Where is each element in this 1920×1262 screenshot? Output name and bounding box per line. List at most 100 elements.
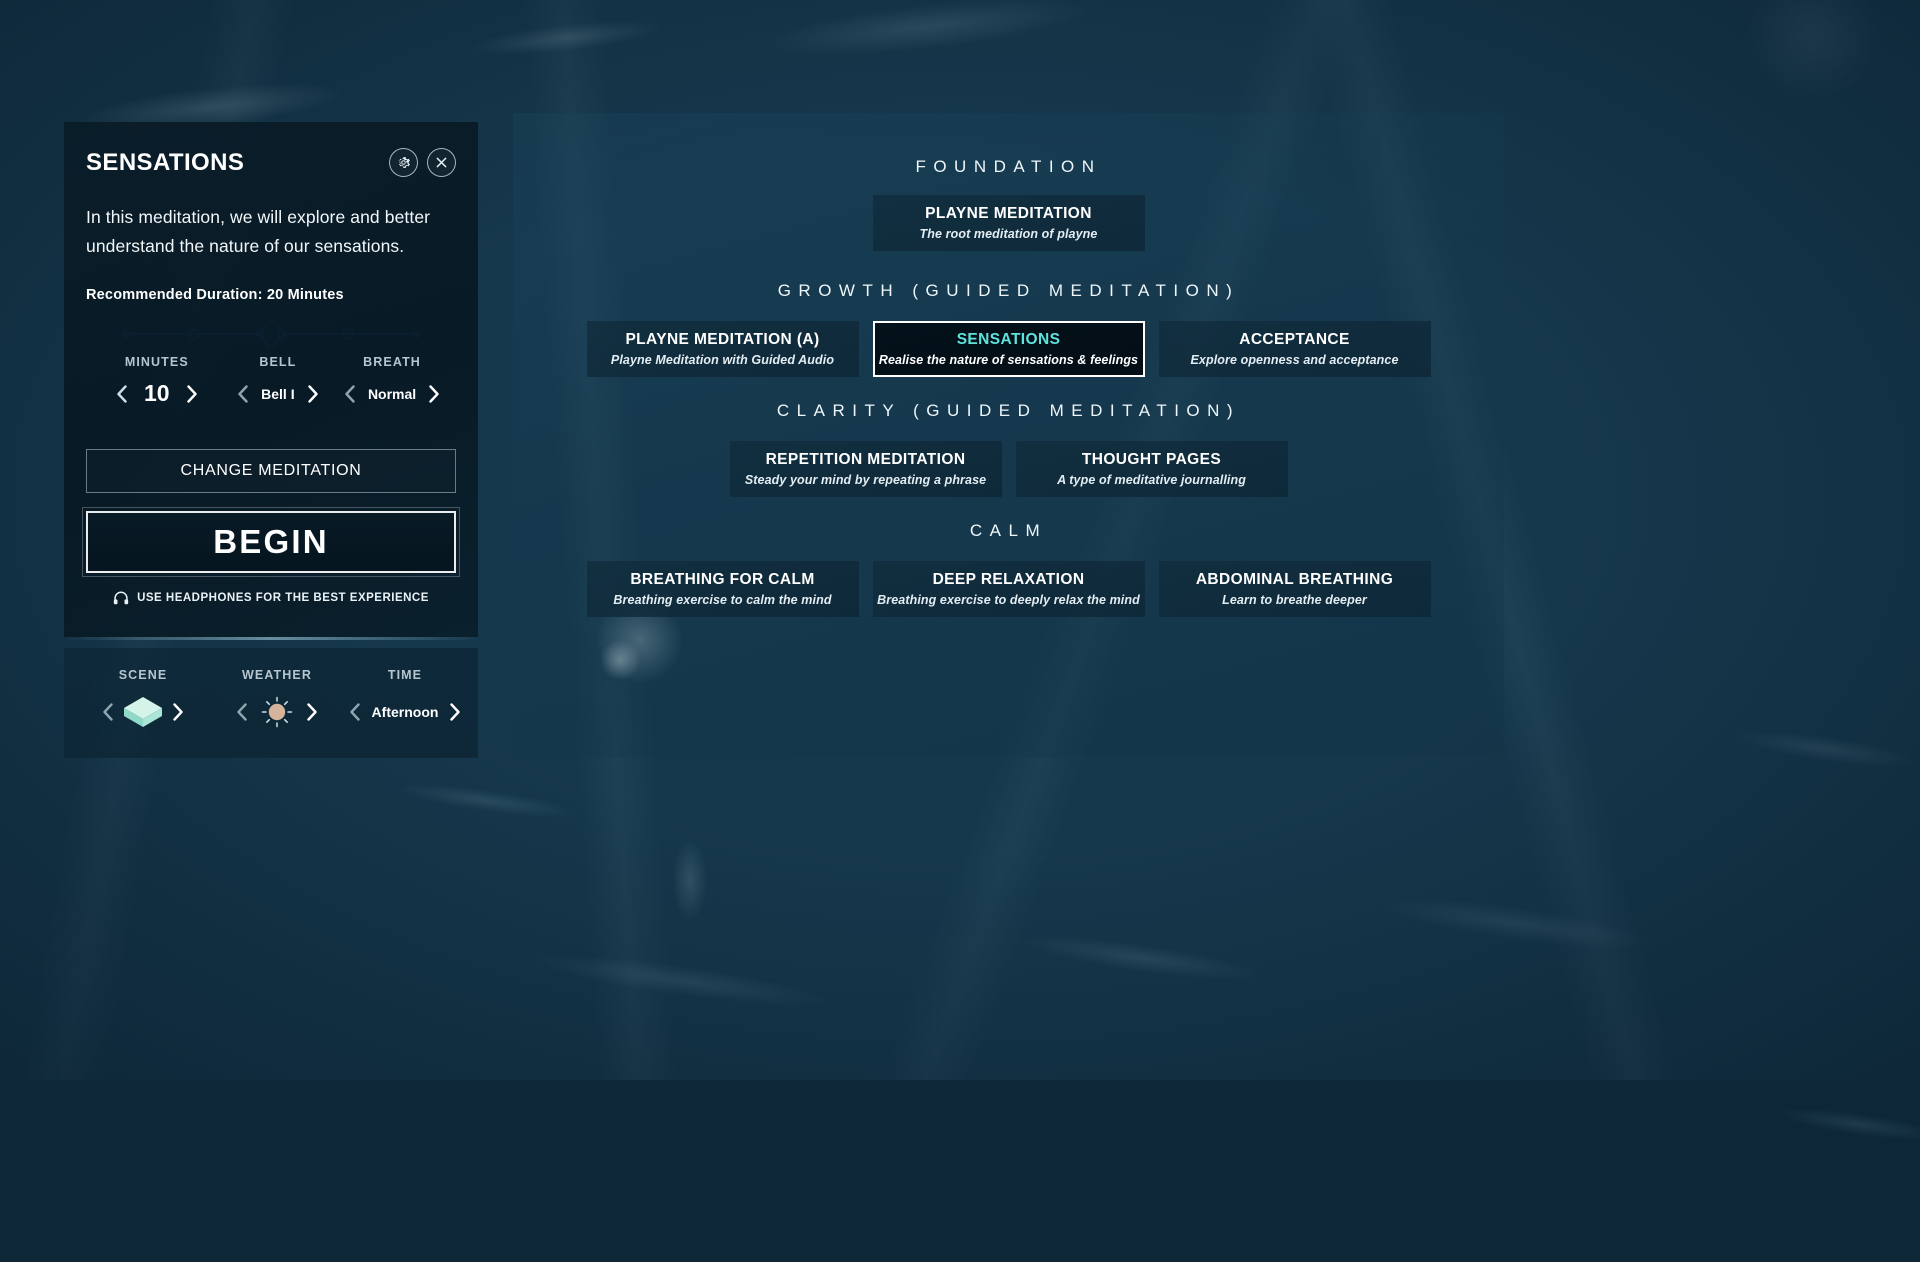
- begin-button[interactable]: BEGIN: [86, 511, 456, 573]
- card-subtitle: Breathing exercise to deeply relax the m…: [877, 593, 1140, 607]
- card-title: REPETITION MEDITATION: [766, 451, 966, 469]
- weather-value: [254, 695, 300, 729]
- card-subtitle: Playne Meditation with Guided Audio: [611, 353, 834, 367]
- card-subtitle: A type of meditative journalling: [1057, 473, 1246, 487]
- headphones-icon: [113, 591, 129, 605]
- section-heading-clarity: CLARITY (GUIDED MEDITATION): [513, 401, 1504, 421]
- section-heading-foundation: FOUNDATION: [513, 157, 1504, 177]
- scene-next-button[interactable]: [166, 701, 190, 723]
- minutes-stepper: 10: [86, 380, 228, 407]
- chevron-right-icon: [172, 703, 184, 721]
- card-subtitle: Explore openness and acceptance: [1190, 353, 1398, 367]
- card-title: PLAYNE MEDITATION (A): [625, 331, 819, 349]
- minutes-increase-button[interactable]: [180, 383, 204, 405]
- headphones-note-text: USE HEADPHONES FOR THE BEST EXPERIENCE: [137, 592, 429, 604]
- meditation-card-playne-meditation[interactable]: PLAYNE MEDITATION The root meditation of…: [873, 195, 1145, 251]
- change-meditation-button[interactable]: CHANGE MEDITATION: [86, 449, 456, 493]
- breath-increase-button[interactable]: [422, 383, 446, 405]
- gear-icon: [396, 155, 411, 170]
- card-title: DEEP RELAXATION: [933, 571, 1085, 589]
- close-button[interactable]: [427, 148, 456, 177]
- breath-stepper: Normal: [328, 383, 456, 405]
- card-title: SENSATIONS: [957, 331, 1061, 349]
- section-row-growth: PLAYNE MEDITATION (A) Playne Meditation …: [513, 321, 1504, 377]
- scene-stepper: [64, 694, 222, 730]
- meditation-card-breathing-for-calm[interactable]: BREATHING FOR CALM Breathing exercise to…: [587, 561, 859, 617]
- section-row-clarity: REPETITION MEDITATION Steady your mind b…: [513, 441, 1504, 497]
- chevron-right-icon: [428, 385, 440, 403]
- time-stepper: Afternoon: [332, 701, 478, 723]
- cube-icon: [122, 694, 164, 730]
- meditation-menu-panel: FOUNDATION PLAYNE MEDITATION The root me…: [513, 113, 1504, 757]
- time-next-button[interactable]: [443, 701, 467, 723]
- environment-labels-row: SCENE WEATHER TIME: [64, 668, 478, 682]
- headphones-note: USE HEADPHONES FOR THE BEST EXPERIENCE: [86, 591, 456, 605]
- time-value: Afternoon: [367, 704, 443, 720]
- chevron-left-icon: [236, 703, 248, 721]
- section-row-calm: BREATHING FOR CALM Breathing exercise to…: [513, 561, 1504, 617]
- header-buttons: [389, 148, 456, 177]
- meditation-card-repetition-meditation[interactable]: REPETITION MEDITATION Steady your mind b…: [730, 441, 1002, 497]
- section-heading-growth: GROWTH (GUIDED MEDITATION): [513, 281, 1504, 301]
- bell-increase-button[interactable]: [301, 383, 325, 405]
- stepper-controls-row: 10 Bell I Normal: [86, 380, 456, 407]
- minutes-value: 10: [134, 380, 180, 407]
- card-subtitle: Learn to breathe deeper: [1222, 593, 1367, 607]
- chevron-right-icon: [449, 703, 461, 721]
- weather-previous-button[interactable]: [230, 701, 254, 723]
- card-title: THOUGHT PAGES: [1082, 451, 1221, 469]
- meditation-card-acceptance[interactable]: ACCEPTANCE Explore openness and acceptan…: [1159, 321, 1431, 377]
- breath-value: Normal: [362, 386, 422, 402]
- breath-label: BREATH: [328, 355, 456, 369]
- card-subtitle: Realise the nature of sensations & feeli…: [879, 353, 1138, 367]
- weather-label: WEATHER: [222, 668, 332, 682]
- scene-value: [120, 694, 166, 730]
- chevron-left-icon: [102, 703, 114, 721]
- meditation-detail-panel: SENSATIONS In this meditation, we will e…: [64, 122, 478, 637]
- environment-controls-row: Afternoon: [64, 694, 478, 730]
- card-subtitle: Steady your mind by repeating a phrase: [745, 473, 986, 487]
- environment-panel: SCENE WEATHER TIME: [64, 648, 478, 758]
- card-title: BREATHING FOR CALM: [630, 571, 814, 589]
- time-previous-button[interactable]: [343, 701, 367, 723]
- chevron-left-icon: [237, 385, 249, 403]
- meditation-card-thought-pages[interactable]: THOUGHT PAGES A type of meditative journ…: [1016, 441, 1288, 497]
- section-row-foundation: PLAYNE MEDITATION The root meditation of…: [513, 195, 1504, 251]
- chevron-left-icon: [116, 385, 128, 403]
- chevron-left-icon: [344, 385, 356, 403]
- meditation-card-playne-meditation-a[interactable]: PLAYNE MEDITATION (A) Playne Meditation …: [587, 321, 859, 377]
- sun-icon: [260, 695, 294, 729]
- scene-previous-button[interactable]: [96, 701, 120, 723]
- bell-stepper: Bell I: [228, 383, 329, 405]
- card-title: ABDOMINAL BREATHING: [1196, 571, 1393, 589]
- meditation-card-sensations[interactable]: SENSATIONS Realise the nature of sensati…: [873, 321, 1145, 377]
- recommended-duration: Recommended Duration: 20 Minutes: [86, 287, 456, 303]
- divider-ornament: [86, 317, 456, 351]
- minutes-decrease-button[interactable]: [110, 383, 134, 405]
- settings-button[interactable]: [389, 148, 418, 177]
- bell-decrease-button[interactable]: [231, 383, 255, 405]
- time-label: TIME: [332, 668, 478, 682]
- page-title: SENSATIONS: [86, 149, 244, 177]
- card-subtitle: The root meditation of playne: [920, 227, 1098, 241]
- chevron-right-icon: [307, 385, 319, 403]
- breath-decrease-button[interactable]: [338, 383, 362, 405]
- card-title: PLAYNE MEDITATION: [925, 205, 1092, 223]
- minutes-label: MINUTES: [86, 355, 228, 369]
- meditation-card-abdominal-breathing[interactable]: ABDOMINAL BREATHING Learn to breathe dee…: [1159, 561, 1431, 617]
- section-heading-calm: CALM: [513, 521, 1504, 541]
- left-column: SENSATIONS In this meditation, we will e…: [64, 122, 478, 758]
- meditation-card-deep-relaxation[interactable]: DEEP RELAXATION Breathing exercise to de…: [873, 561, 1145, 617]
- close-icon: [436, 157, 447, 168]
- detail-panel-header: SENSATIONS: [86, 148, 456, 177]
- bell-value: Bell I: [255, 386, 301, 402]
- chevron-right-icon: [306, 703, 318, 721]
- chevron-left-icon: [349, 703, 361, 721]
- scene-label: SCENE: [64, 668, 222, 682]
- stepper-labels-row: MINUTES BELL BREATH: [86, 355, 456, 369]
- card-subtitle: Breathing exercise to calm the mind: [613, 593, 831, 607]
- card-title: ACCEPTANCE: [1239, 331, 1350, 349]
- chevron-right-icon: [186, 385, 198, 403]
- bell-label: BELL: [228, 355, 329, 369]
- weather-next-button[interactable]: [300, 701, 324, 723]
